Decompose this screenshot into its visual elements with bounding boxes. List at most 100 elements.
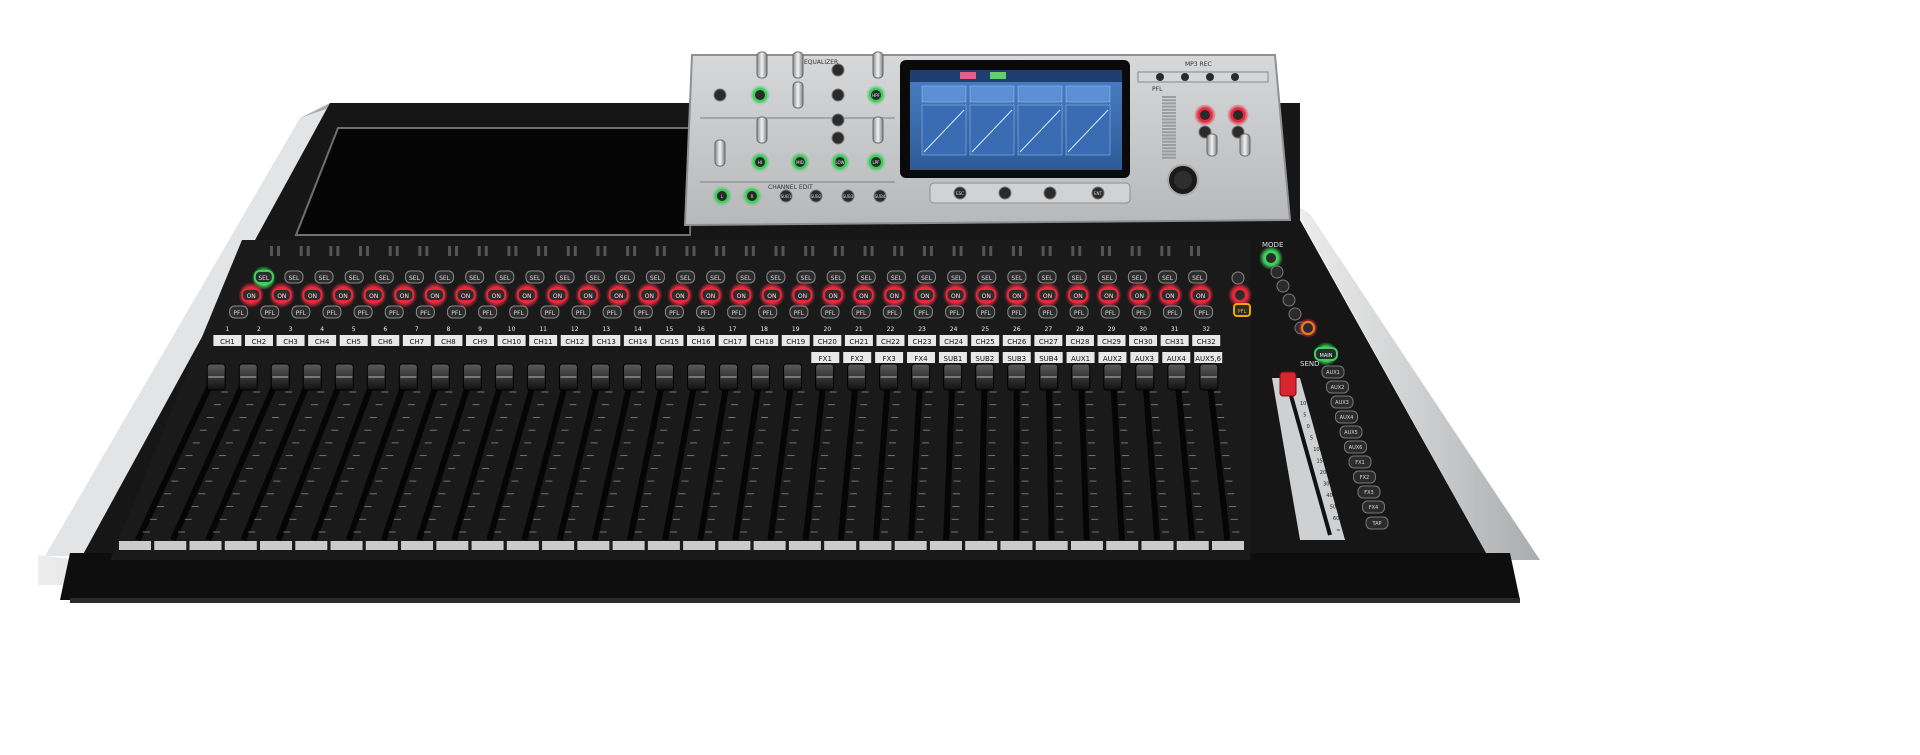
eq-knob[interactable] <box>872 51 884 79</box>
bottom-label-strip <box>718 541 751 550</box>
eq-button-dark[interactable] <box>831 131 845 145</box>
meter-dots <box>929 246 933 256</box>
eq-knob[interactable] <box>792 81 804 109</box>
meter-led <box>1162 131 1176 134</box>
pfl-button-label: PFL <box>1074 310 1085 317</box>
meter-led <box>1162 112 1176 114</box>
bottom-label-strip <box>1106 541 1139 550</box>
layer2-name: FX4 <box>914 355 928 363</box>
send-button-label: AUX5 <box>1344 430 1358 436</box>
eq-button-dark[interactable] <box>831 88 845 102</box>
eq-button[interactable] <box>753 88 767 102</box>
eq-knob[interactable] <box>756 116 768 144</box>
eq-button-label: HI <box>758 160 762 165</box>
meter-led <box>1162 118 1176 121</box>
sel-button-label: SEL <box>801 275 813 282</box>
sel-button-label: SEL <box>710 275 722 282</box>
on-button-label: ON <box>1043 293 1052 300</box>
pfl-button-label: PFL <box>918 310 929 317</box>
meter-dots <box>1011 246 1015 256</box>
send-button-label: FX3 <box>1364 490 1373 496</box>
meter-dots <box>959 246 963 256</box>
pfl-button-label: PFL <box>389 310 400 317</box>
monitor-button[interactable] <box>1156 73 1164 81</box>
channel-number: 3 <box>289 326 293 333</box>
on-button-label: ON <box>1135 293 1144 300</box>
meter-dots <box>715 246 719 256</box>
monitor-knob[interactable] <box>1206 133 1218 157</box>
master-scale-label: 50 <box>1330 505 1336 511</box>
screen-cell <box>969 85 1015 103</box>
pfl-button-label: PFL <box>638 310 649 317</box>
sel-button-label: SEL <box>650 275 662 282</box>
master-fader[interactable] <box>1279 371 1297 397</box>
sel-button-label: SEL <box>469 275 481 282</box>
channel-number: 15 <box>666 326 674 333</box>
pfl-button-label: PFL <box>1012 310 1023 317</box>
sel-button-label: SEL <box>1011 275 1023 282</box>
eq-button-dark[interactable] <box>831 113 845 127</box>
meter-led <box>1162 147 1176 150</box>
eq-knob[interactable] <box>714 139 726 167</box>
channel-name: CH24 <box>944 338 964 346</box>
eq-button-label: MID <box>796 160 804 165</box>
bottom-label-strip <box>471 541 504 550</box>
channel-number: 11 <box>539 326 547 333</box>
on-button-label: ON <box>338 293 347 300</box>
pfl-button-label: PFL <box>731 310 742 317</box>
mode-button[interactable] <box>1264 251 1278 265</box>
bottom-label-strip <box>295 541 328 550</box>
channel-number: 9 <box>478 326 482 333</box>
softkey-button[interactable] <box>998 186 1012 200</box>
pfl-button-label: PFL <box>482 310 493 317</box>
sel-button-label: SEL <box>499 275 511 282</box>
master-on-button[interactable] <box>1233 288 1247 302</box>
monitor-knob[interactable] <box>1239 133 1251 157</box>
layer2-name: SUB4 <box>1039 355 1058 363</box>
monitor-button[interactable] <box>1231 73 1239 81</box>
label-send: SEND <box>1300 360 1320 368</box>
send-button-label: AUX6 <box>1349 445 1363 451</box>
channel-number: 30 <box>1139 326 1147 333</box>
monitor-on-button[interactable] <box>1198 108 1212 122</box>
on-button-label: ON <box>369 293 378 300</box>
channel-name: CH32 <box>1197 338 1216 346</box>
monitor-button[interactable] <box>1181 73 1189 81</box>
eq-knob[interactable] <box>792 51 804 79</box>
mode-button[interactable] <box>1276 279 1290 293</box>
channel-name: CH28 <box>1070 338 1089 346</box>
monitor-button[interactable] <box>1206 73 1214 81</box>
layer2-name: FX1 <box>819 355 832 363</box>
softkey-button[interactable] <box>1043 186 1057 200</box>
on-button-label: ON <box>308 293 317 300</box>
mode-button[interactable] <box>1270 265 1284 279</box>
eq-knob[interactable] <box>872 116 884 144</box>
master-scale-label: 10 <box>1300 401 1306 407</box>
channel-number: 16 <box>697 326 705 333</box>
meter-dots <box>1167 246 1171 256</box>
screen-tab-active <box>960 72 976 79</box>
sel-button-label: SEL <box>319 275 331 282</box>
eq-knob[interactable] <box>756 51 768 79</box>
pfl-button-label: PFL <box>420 310 431 317</box>
meter-dots <box>299 246 303 256</box>
mode-button[interactable] <box>1282 293 1296 307</box>
on-button-label: ON <box>859 293 868 300</box>
mode-button-amber[interactable] <box>1301 321 1315 335</box>
monitor-on-button[interactable] <box>1231 108 1245 122</box>
eq-button-dark[interactable] <box>713 88 727 102</box>
layer2-name: AUX2 <box>1103 355 1122 363</box>
sel-button-label: SEL <box>1162 275 1174 282</box>
sel-button-label: SEL <box>1192 275 1204 282</box>
meter-dots <box>1048 246 1052 256</box>
mode-button[interactable] <box>1288 307 1302 321</box>
meter-led <box>1162 128 1176 130</box>
pfl-button-label: PFL <box>980 310 991 317</box>
master-sel-button[interactable] <box>1231 271 1245 285</box>
layer2-name: FX2 <box>851 355 864 363</box>
sel-button-label: SEL <box>288 275 300 282</box>
bottom-label-strip <box>154 541 187 550</box>
send-button-label: AUX3 <box>1335 400 1349 406</box>
pfl-button-label: PFL <box>545 310 556 317</box>
meter-dots <box>1078 246 1082 256</box>
